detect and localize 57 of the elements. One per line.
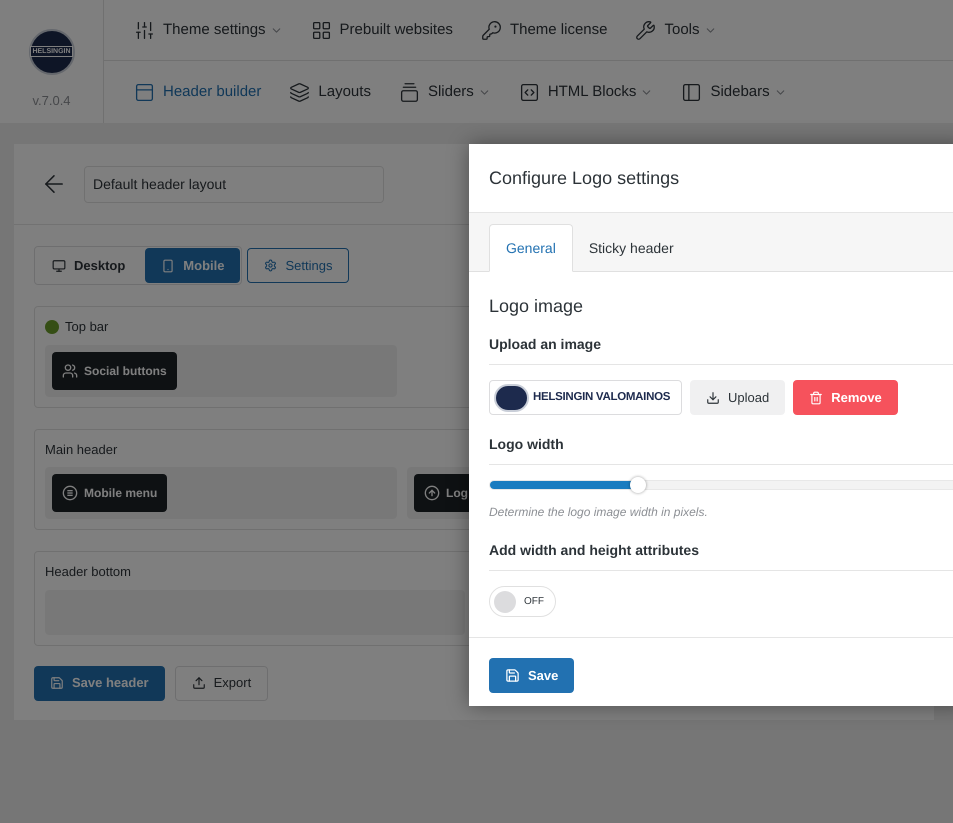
dialog-title: Configure Logo settings	[489, 166, 680, 190]
save-header-button[interactable]: Save header	[34, 666, 165, 700]
nav-icon	[134, 82, 155, 102]
monitor-icon	[52, 258, 66, 272]
nav-icon	[518, 82, 540, 102]
row-title: Top bar	[65, 318, 108, 336]
logo-preview: HELSINGIN VALOMAINOS	[489, 380, 682, 415]
slider-thumb[interactable]	[630, 477, 646, 493]
field-label: Logo width	[489, 434, 953, 465]
arrow-up-circle-icon	[424, 485, 440, 501]
element-chip[interactable]: Mobile menu	[52, 474, 168, 512]
nav-link[interactable]: Prebuilt websites	[310, 18, 453, 42]
nav-link[interactable]: Header builder	[134, 80, 262, 104]
nav-icon	[134, 20, 155, 40]
phone-icon	[161, 258, 176, 272]
nav-icon	[635, 20, 656, 40]
hint-text: Determine the logo image width in pixels.	[489, 504, 709, 521]
nav-link[interactable]: Theme license	[480, 18, 608, 42]
menu-icon	[62, 485, 78, 501]
element-chip[interactable]: Social buttons	[52, 352, 177, 390]
nav-link[interactable]: Sidebars	[681, 80, 787, 104]
nav-link[interactable]: Layouts	[289, 80, 371, 104]
save-button[interactable]: Save	[489, 658, 574, 693]
row-title: Header bottom	[45, 563, 131, 581]
nav-link[interactable]: Sliders	[398, 80, 491, 104]
nav-icon	[681, 82, 702, 102]
row-title: Main header	[45, 440, 118, 458]
settings-icon	[264, 259, 278, 272]
attributes-switch[interactable]: OFF	[489, 586, 556, 617]
nav-icon	[398, 82, 420, 102]
layout-name-field[interactable]: Default header layout	[84, 166, 384, 202]
width-slider[interactable]	[489, 480, 953, 490]
settings-button[interactable]: Settings	[247, 248, 350, 283]
dialog-tab[interactable]: General	[489, 224, 573, 272]
nav-link[interactable]: Theme settings	[134, 18, 283, 42]
download-icon	[706, 390, 720, 404]
section-title: Logo image	[489, 295, 584, 318]
upload-icon	[192, 676, 206, 690]
nav-icon	[289, 82, 310, 102]
trash-icon	[809, 390, 824, 404]
view-mode-tab[interactable]: Desktop	[36, 248, 142, 283]
save-icon	[50, 676, 64, 690]
save-icon	[505, 668, 520, 683]
dialog-tab[interactable]: Sticky header	[572, 224, 690, 272]
nav-link[interactable]: HTML Blocks	[518, 80, 654, 104]
remove-button[interactable]: Remove	[793, 380, 898, 415]
badge-logo-icon	[494, 384, 529, 412]
version-text: v.7.0.4	[32, 92, 71, 110]
field-label: Upload an image	[489, 334, 953, 365]
export-button[interactable]: Export	[174, 666, 268, 700]
users-icon	[62, 362, 78, 378]
upload-button[interactable]: Upload	[690, 380, 786, 415]
field-label: Add width and height attributes	[489, 540, 953, 571]
view-mode-tab[interactable]: Mobile	[145, 248, 240, 283]
nav-link[interactable]: Tools	[635, 18, 717, 42]
nav-icon	[480, 20, 502, 40]
nav-icon	[310, 20, 332, 40]
